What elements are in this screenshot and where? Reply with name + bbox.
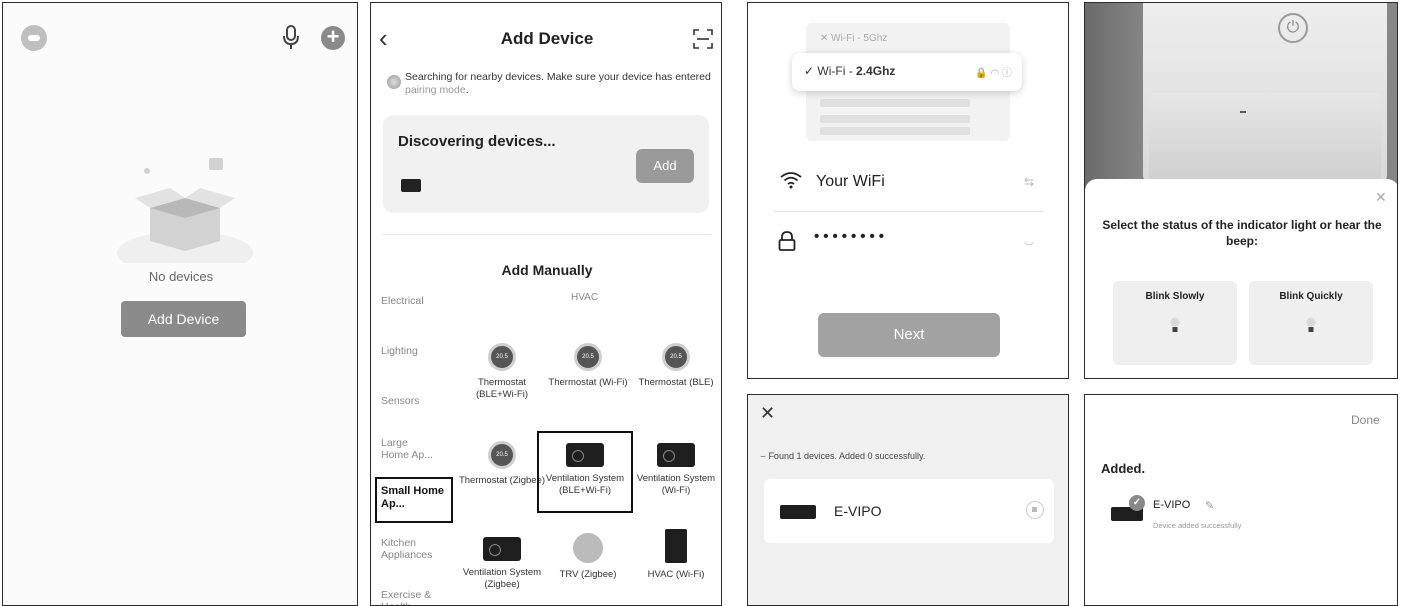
indicator-light-panel: ⏻ ✕ Select the status of the indicator l… <box>1084 2 1398 379</box>
ventilation-icon <box>483 537 521 561</box>
thermostat-icon: 20.5 <box>662 343 690 371</box>
add-device-panel: ‹ Add Device Searching for nearby device… <box>370 2 722 606</box>
edit-pencil-icon[interactable]: ✎ <box>1205 499 1214 512</box>
tile-label: TRV (Zigbee) <box>559 569 617 580</box>
avatar[interactable] <box>21 25 47 51</box>
device-name: E-VIPO <box>1153 499 1191 511</box>
tile-trv-zigbee[interactable]: TRV (Zigbee) <box>543 533 633 581</box>
power-button-icon: ⏻ <box>1278 13 1308 43</box>
ventilation-icon <box>657 443 695 467</box>
next-button[interactable]: Next <box>818 313 1000 357</box>
searching-text-end: . <box>465 84 469 96</box>
add-manually-title: Add Manually <box>501 262 593 278</box>
wifi-setup-panel: ✕ Wi-Fi - 5Ghz ✓ Wi-Fi - 2.4Ghz 🔒 ◠ ⓘ Yo… <box>747 2 1069 379</box>
pending-status-icon <box>1026 501 1044 519</box>
device-added-panel: Done Added. ✓ E-VIPO ✎ Device added succ… <box>1084 394 1398 606</box>
device-name: E-VIPO <box>834 503 882 519</box>
category-large-home-appliances[interactable]: Large Home Ap... <box>381 437 433 461</box>
device-photo-base <box>1149 93 1381 183</box>
blink-quickly-label: Blink Quickly <box>1279 291 1343 302</box>
found-device-row[interactable]: E-VIPO <box>764 479 1054 543</box>
done-button[interactable]: Done <box>1351 413 1380 427</box>
category-lighting[interactable]: Lighting <box>381 345 443 357</box>
tile-thermostat-ble[interactable]: 20.5 Thermostat (BLE) <box>631 343 721 389</box>
wifi-5ghz-label: Wi-Fi - 5Ghz <box>831 33 888 44</box>
divider <box>774 211 1044 212</box>
selected-tile-outline <box>537 431 633 513</box>
category-small-home-appliances[interactable]: Small Home Ap... <box>375 477 453 523</box>
category-sensors[interactable]: Sensors <box>381 395 443 407</box>
wifi-24ghz-band: 2.4Ghz <box>856 64 896 78</box>
placeholder-row <box>820 127 970 135</box>
light-bulb-icon <box>1306 317 1316 332</box>
blink-slowly-label: Blink Slowly <box>1145 291 1205 302</box>
trv-icon <box>573 533 603 563</box>
placeholder-row <box>820 99 970 107</box>
indicator-led <box>1240 111 1246 113</box>
wifi-status-icons: 🔒 ◠ ⓘ <box>975 68 1012 79</box>
add-plus-icon[interactable]: + <box>321 26 345 50</box>
add-device-button[interactable]: Add Device <box>121 301 246 337</box>
lock-icon <box>778 231 796 251</box>
tile-hvac-wifi[interactable]: HVAC (Wi-Fi) <box>631 529 721 581</box>
tile-label: Ventilation System (Zigbee) <box>462 567 542 590</box>
device-added-subtext: Device added successfully <box>1153 521 1242 530</box>
placeholder-row <box>820 115 970 123</box>
blink-slowly-option[interactable]: Blink Slowly <box>1113 281 1237 365</box>
hvac-section-heading: HVAC <box>571 292 599 303</box>
searching-hint: Searching for nearby devices. Make sure … <box>405 71 720 97</box>
category-exercise-health[interactable]: Exercise & Health <box>381 589 441 605</box>
found-status-text: Found 1 devices. Added 0 successfully. <box>768 451 926 461</box>
light-bulb-icon <box>1170 317 1180 332</box>
hvac-icon <box>665 529 687 563</box>
thermostat-icon: 20.5 <box>488 343 516 371</box>
tile-label: Ventilation System (Wi-Fi) <box>636 473 716 496</box>
page-title: Add Device <box>500 29 594 48</box>
thermostat-icon: 20.5 <box>488 441 516 469</box>
tile-thermostat-zigbee[interactable]: 20.5 Thermostat (Zigbee) <box>457 441 547 487</box>
close-icon[interactable]: ✕ <box>1375 189 1387 206</box>
discovered-add-button[interactable]: Add <box>636 149 694 183</box>
microphone-icon[interactable] <box>281 23 301 51</box>
wifi-icon <box>780 172 802 189</box>
empty-box-illustration <box>117 158 253 263</box>
thermostat-icon: 20.5 <box>574 343 602 371</box>
discovering-card: Discovering devices... Add <box>383 115 709 213</box>
discovered-device-icon <box>401 179 421 192</box>
added-heading: Added. <box>1101 461 1146 476</box>
blink-quickly-option[interactable]: Blink Quickly <box>1249 281 1373 365</box>
found-devices-panel: ✕ ⌣ Found 1 devices. Added 0 successfull… <box>747 394 1069 606</box>
close-icon[interactable]: ✕ <box>760 403 775 424</box>
wifi-24ghz-prefix: Wi-Fi - <box>817 64 857 78</box>
empty-state-text: No devices <box>148 269 214 284</box>
indicator-prompt: Select the status of the indicator light… <box>1102 218 1382 248</box>
tile-thermostat-wifi[interactable]: 20.5 Thermostat (Wi-Fi) <box>543 343 633 389</box>
wifi-ssid-field[interactable]: Your WiFi <box>816 173 885 191</box>
tile-ventilation-zigbee[interactable]: Ventilation System (Zigbee) <box>457 537 547 591</box>
tile-thermostat-ble-wifi[interactable]: 20.5 Thermostat (BLE+Wi-Fi) <box>457 343 547 401</box>
wifi-password-field[interactable]: •••••••• <box>814 228 888 245</box>
discovering-title: Discovering devices... <box>398 133 556 150</box>
tile-label: Thermostat (BLE+Wi-Fi) <box>476 377 528 400</box>
tile-label: Thermostat (Zigbee) <box>458 475 546 486</box>
searching-spinner-icon <box>387 75 401 89</box>
wifi-option-5ghz: ✕ Wi-Fi - 5Ghz <box>820 33 888 44</box>
hide-password-icon[interactable]: ︶ <box>1024 239 1034 254</box>
check-badge-icon: ✓ <box>1129 495 1145 511</box>
category-electrical[interactable]: Electrical <box>381 295 443 307</box>
searching-text: Searching for nearby devices. Make sure … <box>405 71 711 83</box>
tile-label: Thermostat (Wi-Fi) <box>548 377 628 388</box>
home-screen-panel: + No devices Add Device <box>2 2 358 606</box>
scan-qr-icon[interactable] <box>693 29 713 49</box>
divider <box>383 234 711 235</box>
tile-label: Thermostat (BLE) <box>638 377 714 388</box>
found-status: ⌣ Found 1 devices. Added 0 successfully. <box>760 451 926 461</box>
category-kitchen-appliances[interactable]: Kitchen Appliances <box>381 537 441 561</box>
switch-network-icon[interactable]: ⇆ <box>1024 175 1034 189</box>
tile-ventilation-wifi[interactable]: Ventilation System (Wi-Fi) <box>631 443 721 497</box>
ventilation-device-icon <box>780 505 816 519</box>
wifi-option-24ghz: ✓ Wi-Fi - 2.4Ghz 🔒 ◠ ⓘ <box>792 53 1022 91</box>
tile-label: HVAC (Wi-Fi) <box>647 569 705 580</box>
pairing-mode-link[interactable]: pairing mode <box>405 84 466 96</box>
